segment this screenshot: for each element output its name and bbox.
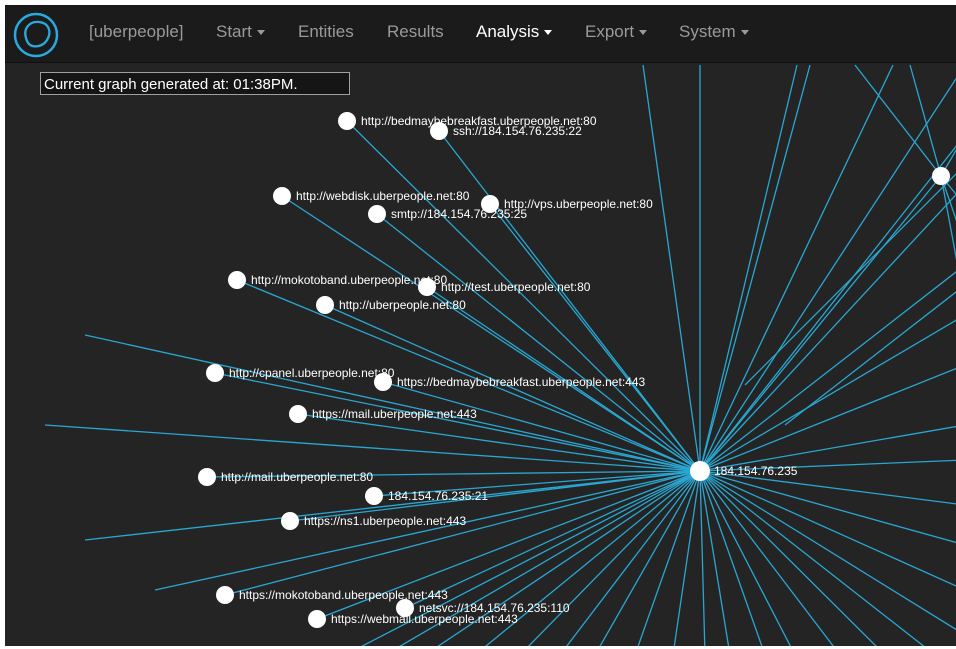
graph-node[interactable]: http://uberpeople.net:80: [316, 296, 466, 314]
network-graph[interactable]: http://bedmaybebreakfast.uberpeople.net:…: [5, 62, 956, 646]
graph-edge: [438, 130, 701, 472]
graph-node[interactable]: http://mokotoband.uberpeople.net:80: [228, 271, 447, 289]
graph-edge: [84, 334, 701, 472]
node-label: http://test.uberpeople.net:80: [441, 280, 591, 294]
spiderfoot-logo-icon[interactable]: [12, 11, 60, 59]
graph-edge: [699, 319, 956, 472]
node-label: http://mail.uberpeople.net:80: [221, 470, 373, 484]
graph-edge: [84, 470, 701, 541]
node-marker[interactable]: [418, 278, 436, 296]
graph-node[interactable]: http://test.uberpeople.net:80: [418, 278, 591, 296]
graph-node[interactable]: https://ns1.uberpeople.net:443: [281, 512, 466, 530]
node-marker[interactable]: [273, 187, 291, 205]
graph-edge: [784, 291, 956, 426]
node-label: http://cpanel.uberpeople.net:80: [229, 366, 395, 380]
navbar: [uberpeople] Start Entities Results Anal…: [5, 5, 956, 63]
node-label: 184.154.76.235: [714, 464, 798, 478]
graph-node[interactable]: https://webmail.uberpeople.net:443: [308, 610, 518, 628]
nav-results[interactable]: Results: [387, 22, 444, 42]
graph-edges: [44, 64, 956, 646]
graph-edge: [940, 175, 956, 261]
graph-edge: [699, 145, 956, 472]
graph-edge: [673, 470, 701, 646]
graph-node[interactable]: ssh://184.154.76.235:22: [430, 122, 582, 140]
node-marker[interactable]: [374, 373, 392, 391]
node-marker[interactable]: [308, 610, 326, 628]
node-marker[interactable]: [206, 364, 224, 382]
graph-edge: [699, 175, 942, 472]
graph-edge: [699, 470, 956, 544]
node-marker[interactable]: [690, 461, 710, 481]
graph-node[interactable]: https://bedmaybebreakfast.uberpeople.net…: [374, 373, 646, 391]
node-marker[interactable]: [316, 296, 334, 314]
node-label: 184.154.76.235:21: [388, 489, 488, 503]
graph-timestamp: Current graph generated at: 01:38PM.: [40, 72, 350, 95]
graph-node[interactable]: http://cpanel.uberpeople.net:80: [206, 364, 395, 382]
graph-node[interactable]: https://mokotoband.uberpeople.net:443: [216, 586, 448, 604]
chevron-down-icon: [256, 30, 265, 36]
node-marker[interactable]: [281, 512, 299, 530]
node-label: https://ns1.uberpeople.net:443: [304, 514, 466, 528]
node-marker[interactable]: [216, 586, 234, 604]
node-marker[interactable]: [289, 405, 307, 423]
chevron-down-icon: [639, 30, 648, 36]
node-label: smtp://184.154.76.235:25: [391, 207, 527, 221]
chevron-down-icon: [740, 30, 749, 36]
node-label: http://mokotoband.uberpeople.net:80: [251, 273, 447, 287]
graph-edge: [699, 470, 956, 587]
nav-export-menu[interactable]: Export: [585, 22, 648, 42]
graph-edge: [699, 271, 956, 472]
node-marker[interactable]: [338, 112, 356, 130]
graph-node[interactable]: http://mail.uberpeople.net:80: [198, 468, 373, 486]
graph-edge: [744, 173, 956, 386]
node-label: ssh://184.154.76.235:22: [453, 124, 582, 138]
graph-canvas[interactable]: http://bedmaybebreakfast.uberpeople.net:…: [5, 62, 956, 646]
graph-node[interactable]: https://mail.uberpeople.net:443: [289, 405, 477, 423]
node-label: http://uberpeople.net:80: [339, 298, 466, 312]
chevron-down-icon: [544, 30, 553, 36]
node-marker[interactable]: [228, 271, 246, 289]
graph-edge: [699, 77, 956, 472]
graph-edge: [699, 367, 956, 472]
node-marker[interactable]: [368, 205, 386, 223]
graph-edge: [699, 64, 811, 472]
node-label: https://webmail.uberpeople.net:443: [331, 612, 518, 626]
graph-hub-node[interactable]: 184.154.76.235: [690, 461, 798, 481]
graph-edge: [699, 470, 834, 646]
app-window: [uberpeople] Start Entities Results Anal…: [5, 5, 956, 646]
graph-edge: [382, 381, 701, 472]
graph-node[interactable]: http://webdisk.uberpeople.net:80: [273, 187, 470, 205]
graph-edge: [527, 470, 701, 646]
node-marker[interactable]: [365, 487, 383, 505]
node-marker[interactable]: [932, 167, 950, 185]
nav-start-menu[interactable]: Start: [216, 22, 265, 42]
nav-workspace[interactable]: [uberpeople]: [89, 22, 184, 42]
graph-node[interactable]: 184.154.76.235:21: [365, 487, 488, 505]
nav-system-menu[interactable]: System: [679, 22, 749, 42]
graph-edge: [699, 64, 894, 472]
graph-edge: [909, 64, 942, 177]
node-label: http://webdisk.uberpeople.net:80: [296, 189, 470, 203]
graph-node[interactable]: [932, 167, 950, 185]
node-label: https://mokotoband.uberpeople.net:443: [239, 588, 448, 602]
graph-node[interactable]: smtp://184.154.76.235:25: [368, 205, 527, 223]
nav-entities[interactable]: Entities: [298, 22, 354, 42]
nav-analysis-menu[interactable]: Analysis: [476, 22, 553, 42]
node-label: https://mail.uberpeople.net:443: [312, 407, 477, 421]
node-marker[interactable]: [198, 468, 216, 486]
node-marker[interactable]: [430, 122, 448, 140]
node-label: https://bedmaybebreakfast.uberpeople.net…: [397, 375, 646, 389]
graph-edge: [699, 470, 956, 631]
graph-edge: [281, 195, 701, 472]
graph-edge: [44, 424, 701, 472]
